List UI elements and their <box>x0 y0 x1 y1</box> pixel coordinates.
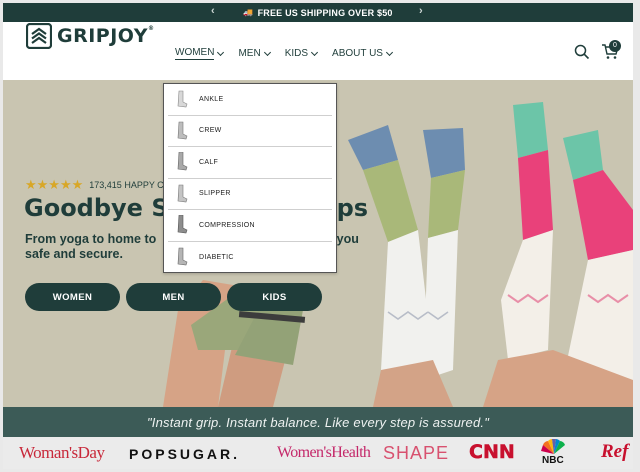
nav-women[interactable]: WOMEN <box>175 47 225 60</box>
dropdown-item-ankle[interactable]: ANKLE <box>168 84 332 116</box>
main-nav: WOMEN MEN KIDS ABOUT US <box>175 47 407 60</box>
nav-women-label: WOMEN <box>175 47 215 60</box>
ankle-sock-icon <box>177 90 188 108</box>
chevron-down-icon <box>385 48 394 56</box>
brand-name: GRIPJOY® <box>57 25 155 47</box>
review-summary: ★★★★★ 173,415 HAPPY C <box>25 177 164 193</box>
nav-kids[interactable]: KIDS <box>284 47 319 60</box>
shop-men-button[interactable]: MEN <box>126 283 221 311</box>
cnn-logo: CNN <box>469 441 515 464</box>
compression-sock-icon <box>177 215 188 234</box>
dropdown-item-label: SLIPPER <box>199 190 231 198</box>
announcement-text: FREE US SHIPPING OVER $50 <box>257 7 393 18</box>
popsugar-logo: POPSUGAR. <box>129 446 241 462</box>
dropdown-item-compression[interactable]: COMPRESSION <box>168 210 332 242</box>
nbc-logo: NBC <box>542 455 564 466</box>
press-logos: Woman'sDay POPSUGAR. Women'sHealth SHAPE… <box>3 437 633 469</box>
chevron-down-icon <box>263 48 271 56</box>
nbc-peacock-icon <box>541 439 565 454</box>
calf-sock-icon <box>177 152 188 171</box>
shop-women-button[interactable]: WOMEN <box>25 283 120 311</box>
dropdown-item-calf[interactable]: CALF <box>168 147 332 179</box>
nav-men-label: MEN <box>238 48 261 59</box>
shop-kids-button[interactable]: KIDS <box>227 283 322 311</box>
slipper-sock-icon <box>177 184 188 203</box>
star-rating-icon: ★★★★★ <box>25 177 84 192</box>
dropdown-item-slipper[interactable]: SLIPPER <box>168 179 332 210</box>
nav-men[interactable]: MEN <box>238 47 271 60</box>
nav-about-us[interactable]: ABOUT US <box>332 47 394 60</box>
dropdown-item-label: COMPRESSION <box>199 221 255 229</box>
nav-kids-label: KIDS <box>284 48 309 59</box>
dropdown-item-crew[interactable]: CREW <box>168 116 332 147</box>
cart-count-badge: 0 <box>609 40 621 52</box>
shape-logo: SHAPE <box>383 443 450 463</box>
logo-mark-icon <box>26 23 52 49</box>
dropdown-item-label: DIABETIC <box>199 253 234 261</box>
womansday-logo: Woman'sDay <box>19 443 105 462</box>
search-icon[interactable] <box>574 44 590 60</box>
nav-about-label: ABOUT US <box>332 48 383 59</box>
diabetic-sock-icon <box>177 247 188 266</box>
announcement-next-arrow[interactable]: › <box>419 5 423 17</box>
women-dropdown-menu: ANKLE CREW CALF SLIPPER COMPRESSION DIAB… <box>163 83 337 273</box>
refinery29-logo: Ref <box>601 441 629 462</box>
chevron-down-icon <box>217 48 225 56</box>
crew-sock-icon <box>177 121 188 140</box>
review-count: 173,415 HAPPY C <box>89 180 164 190</box>
dropdown-item-label: ANKLE <box>199 95 224 103</box>
announcement-bar: ‹ 🚚 FREE US SHIPPING OVER $50 › <box>3 3 633 22</box>
dropdown-item-label: CREW <box>199 127 222 135</box>
browser-viewport: ‹ 🚚 FREE US SHIPPING OVER $50 › GRIPJOY®… <box>3 3 633 469</box>
womenshealth-logo: Women'sHealth <box>277 444 371 461</box>
announcement-prev-arrow[interactable]: ‹ <box>211 5 215 17</box>
truck-icon: 🚚 <box>243 8 254 17</box>
dropdown-item-label: CALF <box>199 158 219 166</box>
chevron-down-icon <box>310 48 319 56</box>
dropdown-item-diabetic[interactable]: DIABETIC <box>168 242 332 274</box>
brand-logo[interactable]: GRIPJOY® <box>26 23 155 49</box>
testimonial-quote: "Instant grip. Instant balance. Like eve… <box>3 407 633 437</box>
